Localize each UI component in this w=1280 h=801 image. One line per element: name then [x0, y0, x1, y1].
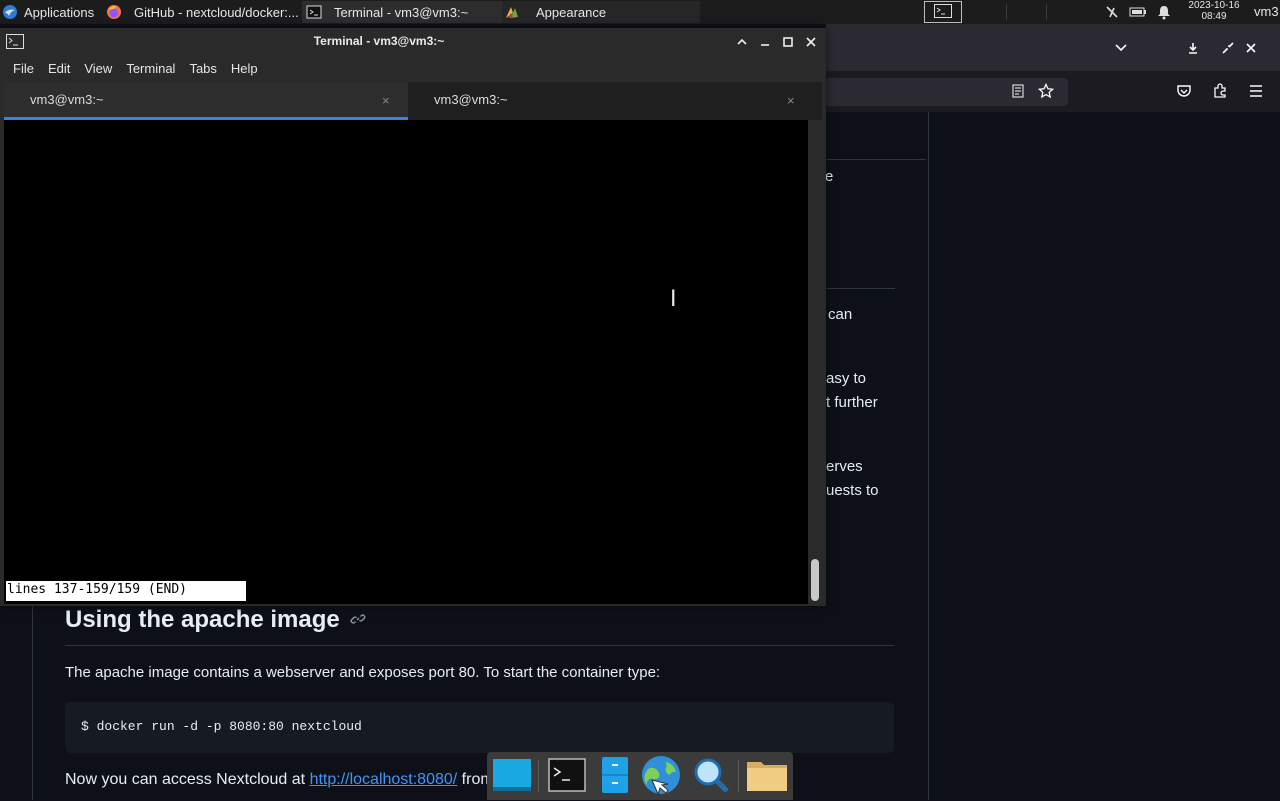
tab-label: vm3@vm3:~ [30, 92, 104, 107]
notification-bell-icon[interactable] [1156, 4, 1172, 23]
url-bar[interactable] [826, 78, 1068, 106]
article-text-fragment: asy to [826, 370, 867, 387]
network-disconnected-icon[interactable] [1104, 4, 1120, 23]
magnifier-icon [692, 756, 730, 799]
minimize-window-icon[interactable] [756, 33, 774, 51]
dock [487, 752, 793, 800]
article-text-fragment: erves [826, 458, 863, 475]
folder-icon [746, 758, 788, 797]
access-prefix-text: Now you can access Nextcloud at [65, 771, 310, 788]
appearance-icon [504, 4, 520, 20]
scrollbar-thumb[interactable] [811, 559, 819, 601]
menu-tabs[interactable]: Tabs [183, 61, 222, 76]
section-heading-text: Using the apache image [65, 606, 340, 633]
article-text-fragment: t further [826, 394, 878, 411]
hamburger-menu-icon[interactable] [1245, 80, 1267, 102]
terminal-icon [934, 3, 952, 21]
article-text-fragment: e [825, 168, 834, 185]
section-heading: Using the apache image [65, 606, 366, 634]
dock-web-browser[interactable] [640, 754, 682, 801]
window-title: Terminal - vm3@vm3:~ [313, 34, 445, 48]
menu-terminal[interactable]: Terminal [120, 61, 181, 76]
firefox-icon [106, 4, 122, 20]
top-panel: Applications ⋮ GitHub - nextcloud/docker… [0, 0, 1280, 24]
taskbar-item-appearance[interactable]: Appearance [502, 1, 700, 23]
terminal-icon [548, 757, 586, 797]
reader-view-icon[interactable] [1007, 80, 1029, 102]
taskbar-item-terminal[interactable]: Terminal - vm3@vm3:~ [302, 1, 502, 23]
dock-show-desktop[interactable] [491, 756, 533, 798]
dock-home-folder[interactable] [746, 756, 788, 798]
terminal-window: Terminal - vm3@vm3:~ File Edit View Term… [0, 28, 826, 606]
menu-edit[interactable]: Edit [42, 61, 76, 76]
close-window-icon[interactable] [802, 33, 820, 51]
paragraph-text: The apache image contains a webserver an… [65, 664, 661, 681]
access-paragraph: Now you can access Nextcloud at http://l… [65, 771, 494, 789]
xfce-logo-icon [2, 4, 18, 20]
workspace-switcher[interactable] [924, 1, 962, 23]
dock-terminal[interactable] [546, 756, 588, 798]
clock-date: 2023-10-16 [1188, 0, 1240, 11]
extensions-puzzle-icon[interactable] [1209, 80, 1231, 102]
code-text: $ docker run -d -p 8080:80 nextcloud [81, 719, 362, 734]
user-menu[interactable]: vm3 [1254, 4, 1279, 19]
taskbar-item-label: Terminal - vm3@vm3:~ [334, 4, 469, 20]
taskbar-item-label: Appearance [536, 4, 607, 20]
bookmark-star-icon[interactable] [1035, 80, 1057, 102]
menu-file[interactable]: File [7, 61, 40, 76]
download-icon[interactable] [1182, 37, 1204, 59]
maximize-window-icon[interactable] [779, 33, 797, 51]
globe-browser-icon [640, 754, 682, 801]
applications-menu-button[interactable]: Applications ⋮ [2, 1, 98, 23]
terminal-titlebar[interactable]: Terminal - vm3@vm3:~ [0, 28, 826, 56]
terminal-tabbar: vm3@vm3:~ × vm3@vm3:~ × [4, 82, 822, 120]
terminal-tab-2[interactable]: vm3@vm3:~ × [408, 82, 822, 120]
taskbar-item-github[interactable]: GitHub - nextcloud/docker:... [102, 1, 304, 23]
localhost-link[interactable]: http://localhost:8080/ [310, 771, 458, 788]
restore-window-icon[interactable] [1217, 37, 1239, 59]
close-icon[interactable] [1240, 37, 1262, 59]
shade-window-icon[interactable] [733, 33, 751, 51]
taskbar-item-label: GitHub - nextcloud/docker:... [134, 4, 299, 20]
terminal-scrollbar[interactable] [808, 120, 822, 604]
tab-label: vm3@vm3:~ [434, 92, 508, 107]
clock-time: 08:49 [1201, 11, 1227, 22]
terminal-tab-1[interactable]: vm3@vm3:~ × [4, 82, 408, 120]
text-cursor-icon: I [670, 287, 677, 312]
chevron-down-icon[interactable] [1110, 37, 1132, 59]
battery-icon[interactable] [1129, 5, 1147, 22]
pocket-icon[interactable] [1173, 80, 1195, 102]
applications-label: Applications [24, 4, 95, 20]
close-tab-icon[interactable]: × [787, 93, 795, 108]
file-cabinet-icon [600, 756, 630, 799]
dock-search[interactable] [690, 756, 732, 798]
article-text-fragment: can [828, 306, 853, 323]
article-text-fragment: uests to [826, 482, 879, 499]
pager-status-line: lines 137-159/159 (END) [6, 581, 246, 601]
terminal-icon [306, 4, 322, 20]
clock[interactable]: 2023-10-16 08:49 [1180, 0, 1248, 24]
close-tab-icon[interactable]: × [382, 93, 390, 108]
anchor-link-icon[interactable] [350, 606, 366, 634]
menu-view[interactable]: View [78, 61, 118, 76]
desktop-icon [492, 757, 532, 798]
menu-help[interactable]: Help [225, 61, 264, 76]
dock-file-manager[interactable] [594, 756, 636, 798]
terminal-screen[interactable] [4, 120, 808, 604]
terminal-menubar: File Edit View Terminal Tabs Help [0, 56, 826, 80]
